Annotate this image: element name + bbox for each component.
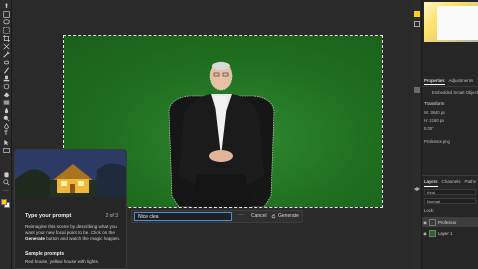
- width-label: W:: [424, 110, 430, 115]
- visibility-eye-icon[interactable]: ◉: [422, 231, 428, 236]
- angle-value[interactable]: 0.00°: [424, 126, 434, 131]
- tab-properties[interactable]: Properties: [424, 77, 445, 85]
- blend-mode-select[interactable]: Normal: [424, 198, 476, 204]
- tutorial-step-counter: 2 of 3: [105, 213, 118, 219]
- properties-tabs: Properties Adjustments: [424, 77, 478, 85]
- lock-label: Lock:: [424, 208, 435, 213]
- linked-file-name: Professor.png: [424, 139, 450, 144]
- tools-panel: T ···: [0, 0, 12, 269]
- height-row[interactable]: H: 2160 px: [424, 118, 444, 123]
- brush-icon[interactable]: [2, 66, 10, 74]
- width-value: 3840 px: [430, 110, 446, 115]
- professor-figure: [168, 61, 275, 207]
- eyedropper-icon[interactable]: [2, 50, 10, 58]
- layer-name: Professor: [438, 219, 457, 225]
- history-brush-icon[interactable]: [2, 83, 10, 89]
- panel-divider: [422, 86, 478, 87]
- panel-icon-strip: [412, 0, 422, 269]
- eraser-icon[interactable]: [2, 91, 10, 97]
- tutorial-body-text: Reimagine this scene by describing what …: [25, 224, 117, 236]
- layers-panel-icon[interactable]: [414, 180, 420, 191]
- height-label: H:: [424, 118, 429, 123]
- stamp-icon[interactable]: [2, 75, 10, 81]
- path-select-icon[interactable]: [2, 139, 10, 145]
- generate-icon: [271, 214, 276, 219]
- visibility-eye-icon[interactable]: ◉: [422, 220, 428, 225]
- rectangle-icon[interactable]: [2, 147, 10, 153]
- layer-row[interactable]: ◉ Professor: [422, 217, 478, 227]
- height-value: 2160 px: [429, 118, 445, 123]
- color-panel-icon[interactable]: [414, 4, 420, 17]
- generative-prompt-bar: ··· Cancel Generate: [131, 210, 303, 223]
- layer-thumbnail: [429, 229, 436, 237]
- panel-divider-layers: [422, 175, 478, 176]
- tab-layers[interactable]: Layers: [424, 178, 438, 187]
- tutorial-title: Type your prompt: [25, 213, 72, 219]
- layer-thumbnail: [429, 218, 436, 226]
- gradient-icon[interactable]: [2, 99, 10, 105]
- object-type-label: Embedded Smart Object: [432, 90, 478, 95]
- sample-prompt-text: Red house, yellow house with lights.: [25, 259, 100, 264]
- type-icon[interactable]: T: [2, 131, 10, 137]
- properties-panel-icon[interactable]: [414, 80, 420, 93]
- width-row[interactable]: W: 3840 px: [424, 110, 445, 115]
- layer-name: Layer 1: [438, 230, 453, 236]
- more-tools-icon[interactable]: ···: [2, 188, 10, 194]
- swatches-icon[interactable]: [414, 14, 420, 27]
- layer-filter-field[interactable]: Kind: [424, 189, 476, 195]
- tab-adjustments[interactable]: Adjustments: [449, 77, 474, 85]
- color-picker-highlight: [437, 6, 478, 40]
- tab-channels[interactable]: Channels: [442, 178, 461, 187]
- transform-heading: Transform: [424, 101, 445, 106]
- pen-icon[interactable]: [2, 122, 10, 130]
- zoom-icon[interactable]: [2, 178, 10, 186]
- layers-tabs: Layers Channels Paths: [424, 178, 476, 187]
- hand-icon[interactable]: [2, 171, 10, 177]
- more-options-button[interactable]: ···: [235, 212, 247, 221]
- layer-row[interactable]: ◉ Layer 1: [422, 228, 478, 238]
- foreground-color-swatch[interactable]: [1, 199, 7, 205]
- tutorial-card: Type your prompt 2 of 3 Reimagine this s…: [14, 149, 127, 269]
- sample-prompts-heading: Sample prompts: [25, 251, 65, 257]
- generate-button[interactable]: Generate: [271, 212, 299, 221]
- tutorial-body-text-end: button and watch the magic happen.: [44, 236, 121, 242]
- crop-icon[interactable]: [2, 34, 10, 42]
- artboard-icon[interactable]: [2, 10, 10, 18]
- tutorial-body: Reimagine this scene by describing what …: [25, 224, 121, 243]
- prompt-input[interactable]: [134, 212, 232, 221]
- cancel-button[interactable]: Cancel: [251, 212, 267, 221]
- lasso-icon[interactable]: [2, 18, 10, 25]
- frame-icon[interactable]: [2, 42, 10, 50]
- healing-icon[interactable]: [2, 59, 10, 65]
- dodge-icon[interactable]: [2, 115, 10, 122]
- tutorial-house-illustration: [15, 150, 126, 197]
- move-icon[interactable]: [2, 2, 10, 9]
- blur-icon[interactable]: [2, 107, 10, 113]
- tutorial-body-emphasis: Generate: [25, 236, 45, 242]
- generate-label: Generate: [278, 213, 299, 219]
- object-select-icon[interactable]: [2, 26, 10, 34]
- tab-paths[interactable]: Paths: [465, 178, 477, 187]
